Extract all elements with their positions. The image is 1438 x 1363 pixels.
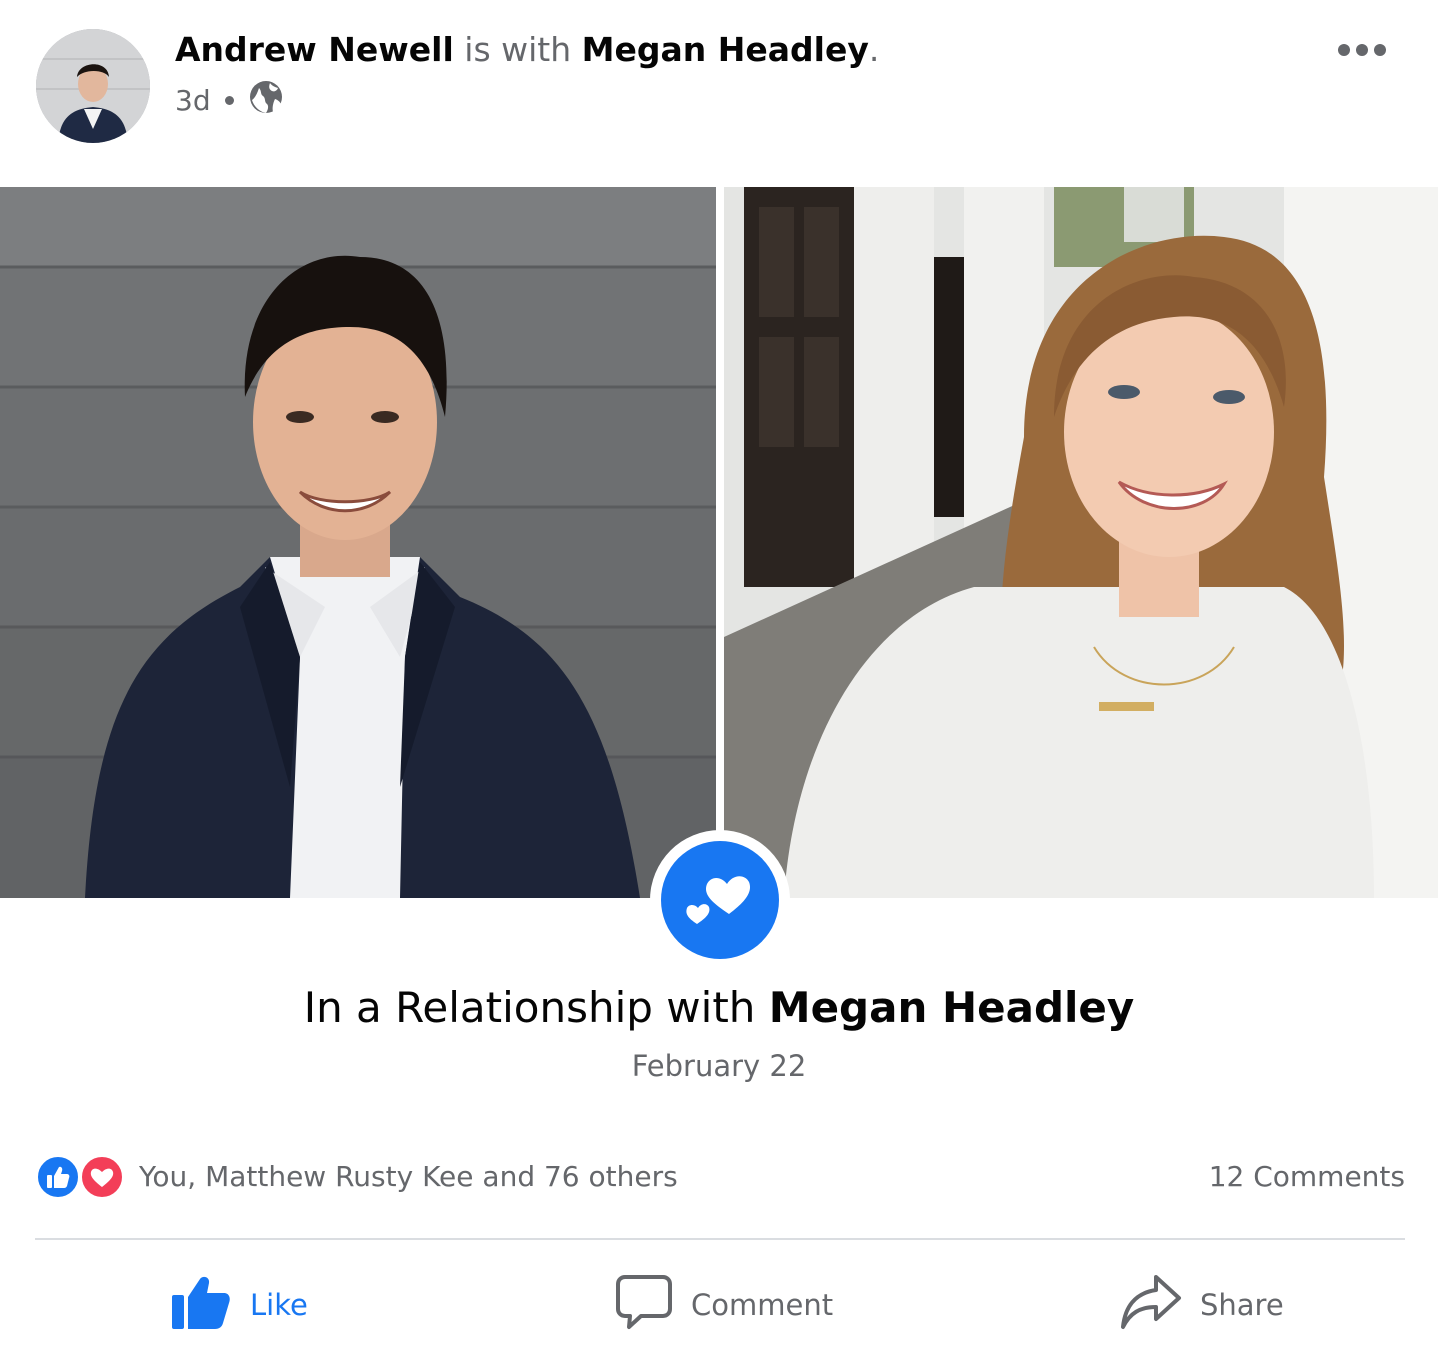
photo-megan[interactable] [724, 187, 1438, 898]
share-label: Share [1200, 1288, 1284, 1322]
reaction-icons[interactable] [35, 1151, 131, 1201]
post-title: Andrew Newell is with Megan Headley. [175, 28, 879, 72]
love-reaction-icon [79, 1154, 125, 1200]
hearts-icon [661, 841, 779, 959]
like-label: Like [250, 1288, 308, 1322]
life-event-prefix: In a Relationship with [303, 983, 756, 1032]
comments-count[interactable]: 12 Comments [1209, 1160, 1405, 1193]
more-options-icon[interactable] [1332, 30, 1392, 70]
comment-bubble-icon [615, 1273, 673, 1338]
globe-icon [248, 79, 284, 122]
author-avatar[interactable] [36, 29, 150, 143]
title-period: . [868, 30, 880, 69]
author-name[interactable]: Andrew Newell [175, 30, 454, 69]
share-arrow-icon [1120, 1273, 1182, 1338]
life-event-title: In a Relationship with Megan Headley [0, 980, 1438, 1036]
thumbs-up-icon [170, 1273, 232, 1338]
photo-andrew[interactable] [0, 187, 716, 898]
comment-button[interactable]: Comment [615, 1270, 833, 1340]
post-timestamp[interactable]: 3d [175, 84, 211, 117]
reaction-summary[interactable]: You, Matthew Rusty Kee and 76 others [139, 1160, 678, 1193]
reactions-row: You, Matthew Rusty Kee and 76 others 12 … [35, 1150, 1405, 1202]
post-meta: 3d [175, 80, 284, 120]
life-event-date: February 22 [631, 1049, 807, 1083]
meta-separator [224, 95, 234, 105]
like-button[interactable]: Like [170, 1270, 308, 1340]
divider [35, 1238, 1405, 1240]
comment-label: Comment [691, 1288, 834, 1322]
like-reaction-icon [35, 1154, 81, 1200]
with-connector: is with [464, 30, 572, 69]
partner-name[interactable]: Megan Headley [769, 983, 1135, 1032]
share-button[interactable]: Share [1120, 1270, 1284, 1340]
action-bar: Like Comment Share [0, 1252, 1438, 1358]
tagged-name[interactable]: Megan Headley [582, 30, 869, 69]
relationship-badge [650, 830, 790, 970]
post-header: Andrew Newell is with Megan Headley. 3d [0, 0, 1438, 180]
feed-post: Andrew Newell is with Megan Headley. 3d [0, 0, 1438, 1363]
